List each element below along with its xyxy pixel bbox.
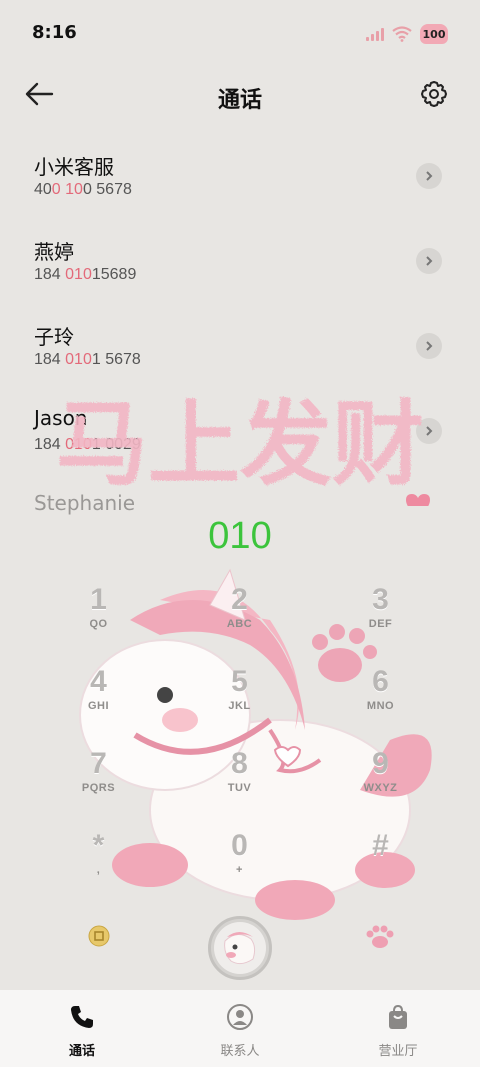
nav-label: 营业厅 xyxy=(378,1044,418,1059)
contact-row[interactable]: 小米客服 400 100 5678 xyxy=(0,140,480,225)
nav-tab-contacts[interactable]: 联系人 xyxy=(185,1002,295,1059)
bottom-navigation: 通话 联系人 营业厅 xyxy=(0,990,480,1067)
key-1[interactable]: 1 QO xyxy=(28,582,169,662)
phone-icon xyxy=(71,1006,93,1028)
paw-icon[interactable] xyxy=(364,924,396,950)
nav-tab-calls[interactable]: 通话 xyxy=(27,1002,137,1059)
settings-gear-icon[interactable] xyxy=(418,78,450,110)
key-7[interactable]: 7 PQRS xyxy=(28,746,169,826)
header: 通话 xyxy=(0,66,480,124)
contact-row[interactable]: 燕婷 184 01015689 xyxy=(0,225,480,310)
person-icon xyxy=(227,1004,253,1030)
nav-label: 通话 xyxy=(68,1044,95,1059)
key-4[interactable]: 4 GHI xyxy=(28,664,169,744)
contact-name: 子玲 xyxy=(34,325,74,349)
key-2[interactable]: 2 ABC xyxy=(169,582,310,662)
page-title: 通话 xyxy=(217,88,262,113)
chevron-right-icon[interactable] xyxy=(416,163,442,189)
key-5[interactable]: 5 JKL xyxy=(169,664,310,744)
contact-name: 小米客服 xyxy=(34,155,114,179)
lucky-banner: 马上发财 xyxy=(56,391,430,506)
wifi-icon xyxy=(392,26,412,42)
contact-number: 184 0101 5678 xyxy=(34,351,141,368)
key-3[interactable]: 3 DEF xyxy=(310,582,451,662)
key-star[interactable]: *, xyxy=(28,828,169,908)
bag-icon xyxy=(389,1004,407,1029)
contact-number: 400 100 5678 xyxy=(34,181,132,198)
status-bar: 8:16 100 xyxy=(0,0,480,66)
dialed-number: 010 xyxy=(208,515,272,557)
status-time: 8:16 xyxy=(32,22,77,43)
key-8[interactable]: 8 TUV xyxy=(169,746,310,826)
battery-indicator: 100 xyxy=(420,24,448,44)
nav-tab-service-hall[interactable]: 营业厅 xyxy=(343,1002,453,1059)
chevron-right-icon[interactable] xyxy=(416,248,442,274)
status-icons: 100 xyxy=(366,24,448,44)
mascot-call-icon xyxy=(214,922,266,974)
banner-text: 马上发财 xyxy=(56,391,424,498)
call-button[interactable] xyxy=(208,916,272,980)
dial-keypad: 1 QO 2 ABC 3 DEF 4 GHI 5 JKL 6 MNO 7 PQRS 8 TUV … xyxy=(28,582,452,902)
chevron-right-icon[interactable] xyxy=(416,333,442,359)
coin-icon[interactable] xyxy=(88,925,110,947)
signal-icon xyxy=(366,27,384,41)
key-6[interactable]: 6 MNO xyxy=(310,664,451,744)
key-0[interactable]: 0 + xyxy=(169,828,310,908)
key-9[interactable]: 9 WXYZ xyxy=(310,746,451,826)
nav-label: 联系人 xyxy=(220,1044,260,1059)
contact-number: 184 01015689 xyxy=(34,266,137,283)
key-hash[interactable]: # xyxy=(310,828,451,908)
contact-name: 燕婷 xyxy=(34,240,74,264)
